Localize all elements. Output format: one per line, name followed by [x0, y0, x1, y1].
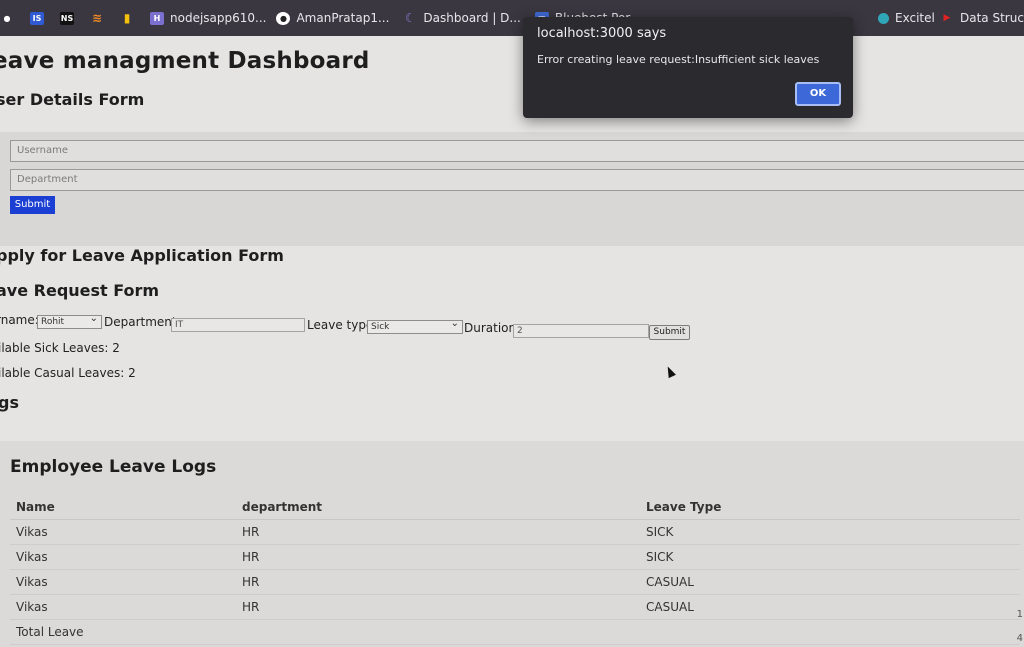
- dialog-message: Error creating leave request:Insufficien…: [537, 53, 820, 66]
- cell-leave-type: SICK: [640, 519, 1020, 545]
- cell-name: Vikas: [10, 569, 236, 595]
- department-input[interactable]: IT: [171, 318, 305, 332]
- heroku-icon: H: [150, 11, 164, 25]
- user-details-form: Username Department Submit: [0, 132, 1024, 246]
- table-row: Vikas HR CASUAL: [10, 594, 1020, 620]
- cell-leave-type: CASUAL: [640, 569, 1020, 595]
- leave-submit-button[interactable]: Submit: [649, 325, 690, 340]
- bookmark-drive[interactable]: ▮: [120, 11, 140, 25]
- bookmark-label: AmanPratap1...: [296, 11, 390, 25]
- globe-icon: [878, 12, 889, 24]
- leave-request-heading: ave Request Form: [0, 281, 160, 300]
- department-field[interactable]: Department: [10, 169, 1024, 191]
- bookmark-dashboard[interactable]: ☾ Dashboard | D...: [403, 11, 521, 25]
- youtube-icon: ▶: [943, 13, 951, 23]
- is-logo-icon: IS: [30, 11, 44, 25]
- edge-digit: 4: [1016, 633, 1023, 644]
- ok-button[interactable]: OK: [795, 82, 841, 106]
- employee-logs-table: Name department Leave Type Vikas HR SICK…: [10, 495, 1020, 645]
- total-leave-label: Total Leave: [10, 619, 236, 645]
- user-submit-button[interactable]: Submit: [10, 196, 55, 214]
- column-header-name: Name: [10, 495, 236, 520]
- bookmark-excitel[interactable]: Excitel: [878, 11, 935, 25]
- cell-leave-type: SICK: [640, 544, 1020, 570]
- available-sick-leaves: ilable Sick Leaves: 2: [0, 341, 120, 355]
- bookmark-github[interactable]: ●: [0, 12, 20, 25]
- mouse-cursor-icon: [664, 364, 676, 379]
- table-header-row: Name department Leave Type: [10, 495, 1020, 520]
- bookmark-data-structures[interactable]: ▶ Data Structur...: [940, 11, 1024, 25]
- table-row: Vikas HR SICK: [10, 519, 1020, 545]
- github-icon: ●: [276, 11, 291, 25]
- bookmark-label: nodejsapp610...: [170, 11, 267, 25]
- drive-icon: ▮: [123, 11, 131, 25]
- bookmark-label: Excitel: [895, 11, 935, 25]
- duration-label: Duration:: [464, 321, 521, 335]
- logs-heading: gs: [0, 393, 19, 412]
- github-icon: ●: [3, 13, 11, 23]
- column-header-department: department: [236, 495, 640, 520]
- cell-name: Vikas: [10, 519, 236, 545]
- available-casual-leaves: ilable Casual Leaves: 2: [0, 366, 136, 380]
- employee-logs-heading: Employee Leave Logs: [10, 457, 217, 477]
- username-select[interactable]: Rohit: [37, 313, 102, 329]
- department-label: Department:: [104, 315, 181, 329]
- layers-icon: ≋: [91, 11, 103, 25]
- alert-dialog: localhost:3000 says Error creating leave…: [523, 17, 853, 118]
- table-row: Vikas HR SICK: [10, 544, 1020, 570]
- dialog-title: localhost:3000 says: [537, 26, 667, 41]
- ns-logo-icon: NS: [60, 11, 74, 25]
- table-total-row: Total Leave: [10, 619, 1020, 645]
- cell-department: HR: [236, 569, 640, 595]
- username-label: rname:: [0, 313, 39, 327]
- bookmark-layers[interactable]: ≋: [90, 11, 110, 25]
- cell-name: Vikas: [10, 594, 236, 620]
- bookmark-label: Data Structur...: [960, 11, 1024, 25]
- bookmark-ns[interactable]: NS: [60, 11, 80, 25]
- username-field[interactable]: Username: [10, 140, 1024, 162]
- cell-department: HR: [236, 519, 640, 545]
- leave-type-select[interactable]: Sick: [367, 318, 463, 334]
- page-content: eave managment Dashboard ser Details For…: [0, 36, 1024, 647]
- table-row: Vikas HR CASUAL: [10, 569, 1020, 595]
- bookmarks-bar: ● IS NS ≋ ▮ H nodejsapp610... ● AmanPrat…: [0, 0, 1024, 36]
- user-details-heading: ser Details Form: [0, 90, 145, 109]
- bookmark-label: Dashboard | D...: [423, 11, 521, 25]
- bookmark-is[interactable]: IS: [30, 11, 50, 25]
- cell-leave-type: CASUAL: [640, 594, 1020, 620]
- leave-application-heading: pply for Leave Application Form: [0, 246, 284, 265]
- cell-department: HR: [236, 594, 640, 620]
- edge-digit: 1: [1016, 609, 1023, 620]
- column-header-leave-type: Leave Type: [640, 495, 1020, 520]
- duration-input[interactable]: 2: [513, 324, 649, 338]
- moon-icon: ☾: [405, 11, 416, 25]
- page-title: eave managment Dashboard: [0, 48, 370, 74]
- cell-name: Vikas: [10, 544, 236, 570]
- employee-logs-section: Employee Leave Logs Name department Leav…: [0, 441, 1024, 647]
- bookmark-amanpratap[interactable]: ● AmanPratap1...: [276, 11, 389, 25]
- cell-department: HR: [236, 544, 640, 570]
- bookmark-nodejsapp[interactable]: H nodejsapp610...: [150, 11, 266, 25]
